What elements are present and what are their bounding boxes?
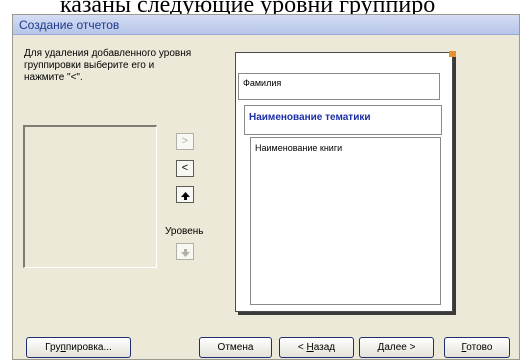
finish-button[interactable]: Готово xyxy=(444,337,510,358)
cancel-button[interactable]: Отмена xyxy=(199,337,272,358)
grouping-level-list[interactable] xyxy=(23,125,157,268)
detail-level-label: Наименование книги xyxy=(255,143,343,153)
remove-level-button[interactable]: < xyxy=(176,160,194,177)
add-level-button[interactable]: > xyxy=(176,133,194,150)
move-up-button[interactable] xyxy=(176,186,194,203)
detail-level[interactable]: Наименование книги xyxy=(250,137,441,305)
down-arrow-icon xyxy=(180,249,190,257)
dialog-titlebar: Создание отчетов xyxy=(13,15,519,35)
grouping-preview: Фамилия Наименование тематики Наименован… xyxy=(235,52,453,312)
grouping-level-1[interactable]: Фамилия xyxy=(238,73,440,100)
grouping-label-start: Гру xyxy=(45,342,61,353)
report-wizard-dialog: Создание отчетов Для удаления добавленно… xyxy=(12,14,520,360)
back-button[interactable]: < Назад xyxy=(279,337,354,358)
grouping-options-button[interactable]: Группировка... xyxy=(26,337,131,358)
next-button[interactable]: Далее > xyxy=(359,337,434,358)
up-arrow-icon xyxy=(180,192,190,200)
grouping-level-2-label: Наименование тематики xyxy=(249,112,371,123)
next-label-end: алее > xyxy=(384,342,416,353)
level-label: Уровень xyxy=(165,226,204,237)
back-label-end: азад xyxy=(313,342,336,353)
grouping-label-end: пировка... xyxy=(65,342,112,353)
finish-label-end: отово xyxy=(466,342,493,353)
grouping-level-1-label: Фамилия xyxy=(243,78,282,88)
grouping-level-2[interactable]: Наименование тематики xyxy=(244,105,442,135)
preview-corner-marker xyxy=(449,51,456,57)
instruction-text: Для удаления добавленного уровня группир… xyxy=(24,48,192,83)
dialog-title: Создание отчетов xyxy=(19,18,120,32)
move-down-button[interactable] xyxy=(176,243,194,260)
back-hotkey: Н xyxy=(306,342,314,353)
